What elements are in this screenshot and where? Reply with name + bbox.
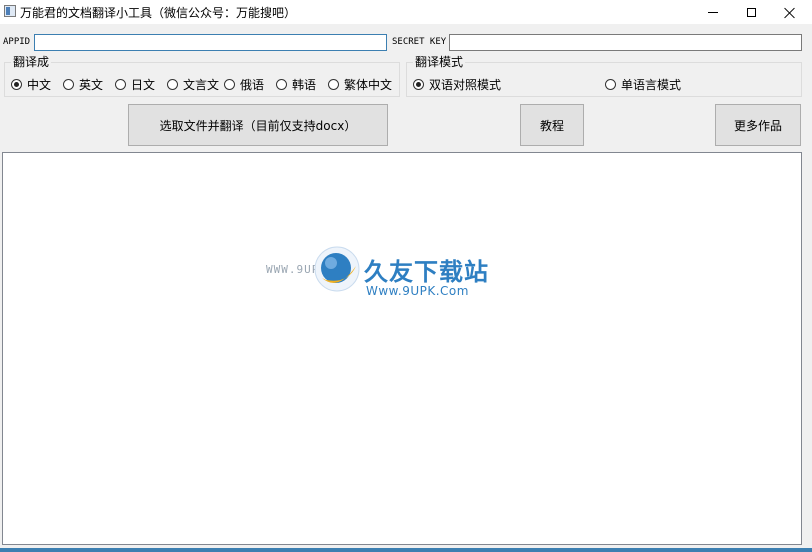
minimize-icon bbox=[708, 11, 718, 13]
radio-bilingual-mode-label: 双语对照模式 bbox=[429, 78, 502, 92]
radio-classical-chinese-indicator bbox=[167, 79, 178, 90]
secret-key-label: SECRET KEY bbox=[392, 37, 447, 47]
radio-bilingual-mode-indicator bbox=[413, 79, 424, 90]
radio-chinese-label: 中文 bbox=[27, 78, 52, 92]
radio-russian-indicator bbox=[224, 79, 235, 90]
watermark: WWW.9UPK. 久友下载站 Www.9UPK.Com bbox=[260, 238, 510, 308]
output-text-area[interactable] bbox=[2, 152, 802, 545]
window-bottom-border bbox=[0, 548, 812, 552]
close-icon bbox=[784, 7, 795, 18]
watermark-logo-icon bbox=[314, 246, 360, 292]
watermark-name: 久友下载站 bbox=[364, 258, 489, 286]
radio-english-label: 英文 bbox=[79, 78, 104, 92]
radio-classical-chinese[interactable]: 文言文 bbox=[167, 76, 219, 93]
app-icon bbox=[4, 5, 16, 17]
radio-korean-indicator bbox=[276, 79, 287, 90]
maximize-icon bbox=[746, 7, 756, 17]
tutorial-button[interactable]: 教程 bbox=[520, 104, 584, 146]
radio-korean-label: 韩语 bbox=[292, 78, 317, 92]
radio-traditional-chinese[interactable]: 繁体中文 bbox=[328, 76, 392, 93]
radio-monolingual-mode[interactable]: 单语言模式 bbox=[605, 76, 681, 93]
radio-english-indicator bbox=[63, 79, 74, 90]
translate-to-title: 翻译成 bbox=[11, 55, 52, 69]
radio-english[interactable]: 英文 bbox=[63, 76, 103, 93]
radio-japanese-indicator bbox=[115, 79, 126, 90]
close-button[interactable] bbox=[766, 0, 812, 24]
radio-traditional-chinese-indicator bbox=[328, 79, 339, 90]
radio-traditional-chinese-label: 繁体中文 bbox=[344, 78, 393, 92]
radio-classical-chinese-label: 文言文 bbox=[183, 78, 220, 92]
radio-monolingual-mode-indicator bbox=[605, 79, 616, 90]
radio-chinese[interactable]: 中文 bbox=[11, 76, 51, 93]
radio-japanese[interactable]: 日文 bbox=[115, 76, 155, 93]
radio-japanese-label: 日文 bbox=[131, 78, 156, 92]
radio-russian-label: 俄语 bbox=[240, 78, 265, 92]
window-title: 万能君的文档翻译小工具（微信公众号：万能搜吧） bbox=[20, 6, 297, 20]
radio-korean[interactable]: 韩语 bbox=[276, 76, 316, 93]
secret-key-input[interactable] bbox=[449, 34, 802, 51]
title-bar[interactable]: 万能君的文档翻译小工具（微信公众号：万能搜吧） bbox=[0, 0, 812, 24]
translate-mode-title: 翻译模式 bbox=[413, 55, 466, 69]
radio-chinese-indicator bbox=[11, 79, 22, 90]
appid-label: APPID bbox=[3, 37, 31, 47]
radio-bilingual-mode[interactable]: 双语对照模式 bbox=[413, 76, 501, 93]
appid-input[interactable] bbox=[34, 34, 387, 51]
radio-monolingual-mode-label: 单语言模式 bbox=[621, 78, 682, 92]
more-works-button[interactable]: 更多作品 bbox=[715, 104, 801, 146]
select-file-translate-button[interactable]: 选取文件并翻译（目前仅支持docx） bbox=[128, 104, 388, 146]
watermark-url: Www.9UPK.Com bbox=[366, 284, 469, 298]
radio-russian[interactable]: 俄语 bbox=[224, 76, 264, 93]
